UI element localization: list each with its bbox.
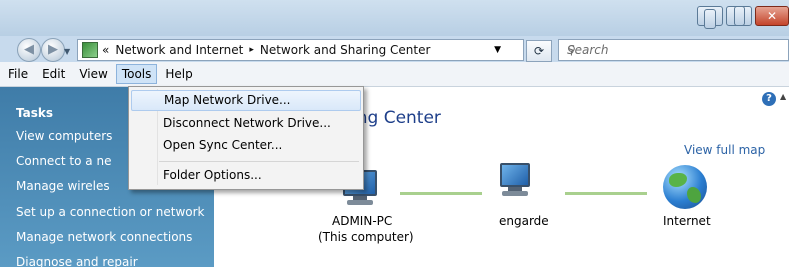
back-button[interactable]: ◀: [17, 38, 41, 62]
breadcrumb-network-and-sharing-center[interactable]: Network and Sharing Center: [260, 43, 431, 57]
close-icon: ✕: [766, 9, 778, 23]
internet-globe-icon[interactable]: [663, 165, 707, 209]
maximize-button[interactable]: [726, 6, 752, 26]
view-full-map-link[interactable]: View full map: [684, 143, 765, 157]
page-title: ing Center: [352, 108, 441, 128]
breadcrumb-network-and-internet[interactable]: Network and Internet: [115, 43, 243, 57]
menu-item-map-network-drive[interactable]: Map Network Drive...: [131, 90, 361, 111]
task-manage-network-connections[interactable]: Manage network connections: [16, 230, 192, 244]
window-controls: ✕: [697, 6, 789, 29]
window-titlebar: ✕: [0, 0, 789, 36]
menu-view[interactable]: View: [73, 64, 113, 84]
menu-item-label: Open Sync Center...: [163, 138, 283, 152]
tasks-heading: Tasks: [16, 106, 54, 120]
task-connect-to-network[interactable]: Connect to a ne: [16, 154, 111, 168]
forward-button[interactable]: ▶: [41, 38, 65, 62]
scroll-up-icon[interactable]: ▲: [780, 92, 786, 101]
connection-line: [400, 192, 482, 195]
node-label-admin-pc: ADMIN-PC: [332, 214, 393, 228]
menu-tools[interactable]: Tools: [115, 64, 158, 84]
task-view-computers[interactable]: View computers: [16, 129, 112, 143]
task-set-up-connection[interactable]: Set up a connection or network: [16, 205, 204, 219]
menu-item-label: Disconnect Network Drive...: [163, 116, 331, 130]
menu-item-label: Folder Options...: [163, 168, 262, 182]
address-dropdown-icon[interactable]: ▼: [494, 45, 501, 55]
minimize-icon: [704, 9, 716, 29]
close-button[interactable]: ✕: [755, 6, 789, 26]
menu-file[interactable]: File: [2, 64, 34, 84]
menu-help[interactable]: Help: [159, 64, 198, 84]
menu-item-label: Map Network Drive...: [164, 93, 291, 107]
refresh-button[interactable]: ⟳: [526, 40, 552, 62]
search-input[interactable]: Search ⚲: [558, 39, 789, 61]
menu-item-open-sync-center[interactable]: Open Sync Center...: [131, 135, 361, 156]
minimize-button[interactable]: [697, 6, 723, 29]
node-label-internet: Internet: [663, 214, 711, 228]
navigation-bar: ◀ ▶ ▼ « Network and Internet ▸ Network a…: [0, 36, 789, 62]
refresh-icon: ⟳: [533, 44, 545, 58]
menu-edit[interactable]: Edit: [36, 64, 71, 84]
network-device-icon[interactable]: [500, 163, 530, 196]
connection-line: [565, 192, 647, 195]
menu-item-disconnect-network-drive[interactable]: Disconnect Network Drive...: [131, 113, 361, 134]
breadcrumb-overflow[interactable]: «: [102, 43, 109, 57]
node-sublabel-this-computer: (This computer): [318, 230, 414, 244]
back-arrow-icon: ◀: [24, 42, 34, 57]
tools-dropdown-menu: Map Network Drive... Disconnect Network …: [128, 86, 364, 190]
menu-item-folder-options[interactable]: Folder Options...: [131, 165, 361, 186]
network-folder-icon: [82, 42, 98, 58]
menu-separator: [159, 161, 359, 162]
forward-arrow-icon: ▶: [48, 42, 58, 57]
menu-bar: File Edit View Tools Help: [0, 62, 789, 87]
breadcrumb-separator[interactable]: ▸: [249, 45, 254, 55]
task-manage-wireless[interactable]: Manage wireles: [16, 179, 110, 193]
address-bar[interactable]: « Network and Internet ▸ Network and Sha…: [77, 39, 524, 61]
recent-pages-dropdown-icon[interactable]: ▼: [64, 47, 70, 56]
maximize-icon: [733, 6, 745, 26]
help-icon[interactable]: ?: [762, 92, 776, 106]
search-icon[interactable]: ⚲: [567, 43, 786, 57]
node-label-engarde: engarde: [499, 214, 549, 228]
